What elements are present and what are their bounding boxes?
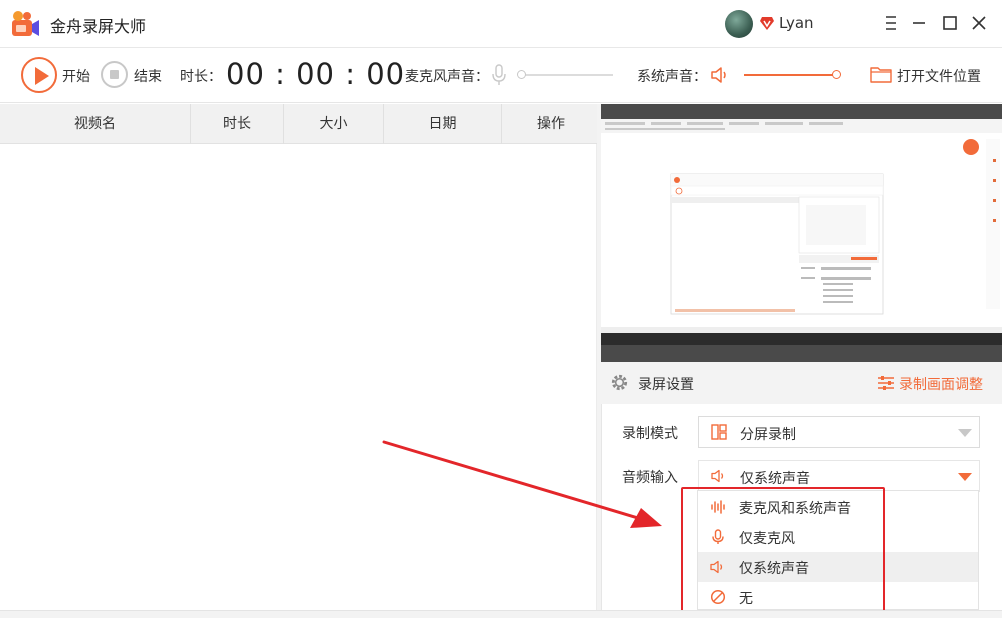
chevron-down-icon [958, 473, 972, 481]
duration-label: 时长： [180, 69, 222, 85]
mic-volume-slider[interactable] [521, 74, 613, 76]
record-mode-value: 分屏录制 [740, 427, 796, 443]
close-icon [972, 16, 986, 30]
avatar[interactable] [725, 10, 753, 38]
vip-diamond-icon [760, 17, 774, 30]
maximize-button[interactable] [939, 12, 961, 34]
speaker-icon [711, 469, 724, 483]
annotation-arrow-icon [382, 440, 662, 528]
system-volume-slider[interactable] [744, 74, 836, 76]
column-header-actions: 操作 [537, 116, 565, 132]
app-logo-icon [12, 11, 39, 36]
audio-input-value: 仅系统声音 [740, 471, 810, 487]
status-bar [0, 610, 1002, 618]
column-header-duration[interactable]: 时长 [191, 104, 284, 144]
microphone-icon[interactable] [490, 64, 508, 86]
menu-button[interactable] [880, 12, 902, 34]
username[interactable]: Lyan [779, 14, 814, 32]
speaker-icon[interactable] [709, 64, 731, 86]
highlight-box [681, 487, 885, 612]
preview-screen [601, 119, 1002, 334]
preview-taskbar [601, 333, 1002, 345]
video-table-body [0, 144, 597, 610]
duration-timer: 00 : 00 : 00 [226, 57, 406, 91]
system-volume-knob[interactable] [832, 70, 841, 79]
close-button[interactable] [968, 12, 990, 34]
settings-title: 录屏设置 [638, 377, 694, 393]
screen-adjust-button[interactable]: 录制画面调整 [899, 374, 983, 394]
open-folder-button[interactable]: 打开文件位置 [897, 66, 981, 86]
column-header-name[interactable]: 视频名 [0, 104, 191, 144]
minimize-button[interactable] [908, 12, 930, 34]
split-screen-icon [711, 424, 727, 440]
title-bar: 金舟录屏大师 Lyan [0, 0, 1002, 48]
preview-thumbnail-image [601, 119, 1002, 334]
stop-label[interactable]: 结束 [134, 66, 162, 86]
system-volume-label: 系统声音： [637, 69, 707, 85]
toolbar: 开始 结束 时长： 00 : 00 : 00 麦克风声音： 系统声音： 打开文件… [0, 48, 1002, 103]
folder-icon[interactable] [870, 64, 892, 84]
mic-volume-knob[interactable] [517, 70, 526, 79]
adjust-sliders-icon[interactable] [877, 374, 895, 392]
start-button[interactable] [21, 57, 57, 93]
column-header-date[interactable]: 日期 [384, 104, 502, 144]
gear-icon [611, 374, 628, 391]
stop-button[interactable] [101, 61, 128, 88]
start-label[interactable]: 开始 [62, 66, 90, 86]
record-mode-select[interactable]: 分屏录制 [698, 416, 980, 448]
minimize-icon [913, 22, 925, 24]
mic-volume-label: 麦克风声音： [405, 69, 489, 85]
video-table-header: 视频名 时长 大小 日期 操作 [0, 104, 600, 144]
settings-header: 录屏设置 录制画面调整 [601, 362, 1002, 404]
screen-preview [601, 104, 1002, 362]
column-header-size[interactable]: 大小 [284, 104, 384, 144]
app-title: 金舟录屏大师 [50, 17, 147, 36]
maximize-icon [943, 16, 957, 30]
menu-icon [886, 16, 896, 30]
chevron-down-icon [958, 429, 972, 437]
